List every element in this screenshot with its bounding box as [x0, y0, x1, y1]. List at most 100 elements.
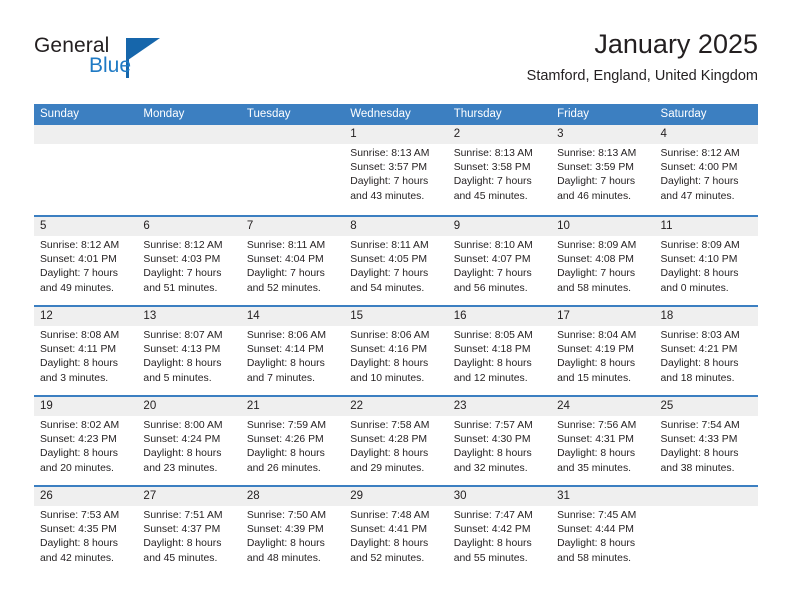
sunset-text: Sunset: 4:37 PM: [143, 524, 221, 536]
daylight-text: and 51 minutes.: [143, 282, 218, 294]
daylight-text: Daylight: 8 hours: [246, 538, 325, 550]
daylight-text: Daylight: 8 hours: [350, 538, 429, 550]
sunrise-text: Sunrise: 8:06 AM: [246, 330, 326, 341]
sunset-text: Sunset: 3:59 PM: [557, 162, 634, 174]
day-cell-empty: [655, 487, 758, 575]
sunset-text: Sunset: 4:13 PM: [143, 344, 221, 356]
day-cell-14[interactable]: 14 Sunrise: 8:06 AM Sunset: 4:14 PM Dayligh…: [241, 307, 344, 395]
general-blue-logo[interactable]: General Blue: [34, 34, 214, 90]
day-detail-lines: Sunrise: 7:59 AM Sunset: 4:26 PM Daylight:…: [247, 419, 344, 476]
daylight-text: Daylight: 8 hours: [660, 268, 739, 280]
sunset-text: Sunset: 3:57 PM: [350, 162, 428, 174]
sunrise-text: Sunrise: 8:10 AM: [453, 240, 533, 251]
calendar-week-row: 1 Sunrise: 8:13 AM Sunset: 3:57 PM Daylight…: [34, 125, 758, 215]
sunrise-text: Sunrise: 8:06 AM: [350, 330, 430, 341]
day-detail-lines: Sunrise: 8:02 AM Sunset: 4:23 PM Daylight:…: [40, 419, 137, 476]
daylight-text: and 26 minutes.: [246, 462, 321, 474]
day-detail-lines: Sunrise: 7:45 AM Sunset: 4:44 PM Daylight:…: [557, 509, 654, 566]
daylight-text: and 52 minutes.: [350, 552, 425, 564]
daylight-text: Daylight: 7 hours: [350, 176, 429, 188]
sunset-text: Sunset: 4:03 PM: [143, 254, 221, 266]
day-detail-lines: Sunrise: 7:58 AM Sunset: 4:28 PM Daylight:…: [350, 419, 447, 476]
week-cells: 12 Sunrise: 8:08 AM Sunset: 4:11 PM Dayligh…: [34, 307, 758, 395]
daylight-text: and 0 minutes.: [660, 282, 729, 294]
sunset-text: Sunset: 4:44 PM: [557, 524, 634, 536]
sunset-text: Sunset: 4:21 PM: [660, 344, 738, 356]
page-subtitle: Stamford, England, United Kingdom: [526, 68, 758, 84]
sunset-text: Sunset: 4:05 PM: [350, 254, 428, 266]
calendar-page: General Blue January 2025 Stamford, Engl…: [0, 0, 792, 612]
day-cell-10[interactable]: 10 Sunrise: 8:09 AM Sunset: 4:08 PM Dayligh…: [551, 217, 654, 305]
day-detail-lines: Sunrise: 7:57 AM Sunset: 4:30 PM Daylight:…: [454, 419, 551, 476]
day-detail-lines: Sunrise: 8:10 AM Sunset: 4:07 PM Daylight:…: [454, 239, 551, 296]
daylight-text: and 45 minutes.: [453, 190, 528, 202]
sunrise-text: Sunrise: 8:11 AM: [350, 240, 429, 251]
day-detail-lines: Sunrise: 8:09 AM Sunset: 4:08 PM Daylight:…: [557, 239, 654, 296]
week-cells: 5 Sunrise: 8:12 AM Sunset: 4:01 PM Daylight…: [34, 217, 758, 305]
day-number: 4: [660, 128, 667, 140]
day-cell-12[interactable]: 12 Sunrise: 8:08 AM Sunset: 4:11 PM Dayligh…: [34, 307, 137, 395]
weekday-header-wednesday: Wednesday: [350, 108, 411, 120]
day-cell-26[interactable]: 26 Sunrise: 7:53 AM Sunset: 4:35 PM Dayligh…: [34, 487, 137, 575]
day-cell-13[interactable]: 13 Sunrise: 8:07 AM Sunset: 4:13 PM Dayligh…: [137, 307, 240, 395]
day-cell-11[interactable]: 11 Sunrise: 8:09 AM Sunset: 4:10 PM Dayligh…: [655, 217, 758, 305]
day-cell-1[interactable]: 1 Sunrise: 8:13 AM Sunset: 3:57 PM Daylight…: [344, 125, 447, 215]
day-cell-17[interactable]: 17 Sunrise: 8:04 AM Sunset: 4:19 PM Dayligh…: [551, 307, 654, 395]
daylight-text: Daylight: 8 hours: [453, 538, 532, 550]
day-number: 28: [246, 490, 260, 502]
day-cell-27[interactable]: 27 Sunrise: 7:51 AM Sunset: 4:37 PM Dayligh…: [137, 487, 240, 575]
day-number: 30: [453, 490, 467, 502]
day-cell-15[interactable]: 15 Sunrise: 8:06 AM Sunset: 4:16 PM Dayligh…: [344, 307, 447, 395]
daylight-text: Daylight: 7 hours: [557, 268, 636, 280]
sunset-text: Sunset: 4:26 PM: [246, 434, 324, 446]
day-number: 16: [453, 310, 467, 322]
day-detail-lines: Sunrise: 8:07 AM Sunset: 4:13 PM Daylight:…: [143, 329, 240, 386]
day-cell-31[interactable]: 31 Sunrise: 7:45 AM Sunset: 4:44 PM Dayligh…: [551, 487, 654, 575]
day-cell-3[interactable]: 3 Sunrise: 8:13 AM Sunset: 3:59 PM Daylight…: [551, 125, 654, 215]
title-block: January 2025 Stamford, England, United K…: [527, 28, 758, 86]
day-cell-30[interactable]: 30 Sunrise: 7:47 AM Sunset: 4:42 PM Dayligh…: [448, 487, 551, 575]
day-cell-8[interactable]: 8 Sunrise: 8:11 AM Sunset: 4:05 PM Daylight…: [344, 217, 447, 305]
sunset-text: Sunset: 4:07 PM: [453, 254, 531, 266]
day-cell-19[interactable]: 19 Sunrise: 8:02 AM Sunset: 4:23 PM Dayligh…: [34, 397, 137, 485]
sunset-text: Sunset: 4:35 PM: [40, 524, 117, 536]
daylight-text: and 18 minutes.: [660, 372, 735, 384]
day-cell-23[interactable]: 23 Sunrise: 7:57 AM Sunset: 4:30 PM Dayligh…: [448, 397, 551, 485]
daylight-text: Daylight: 8 hours: [40, 358, 118, 370]
day-cell-18[interactable]: 18 Sunrise: 8:03 AM Sunset: 4:21 PM Dayligh…: [655, 307, 758, 395]
sunrise-text: Sunrise: 8:09 AM: [660, 240, 740, 251]
day-number: 29: [350, 490, 364, 502]
day-number: 5: [40, 220, 47, 232]
day-cell-28[interactable]: 28 Sunrise: 7:50 AM Sunset: 4:39 PM Dayligh…: [241, 487, 344, 575]
day-cell-4[interactable]: 4 Sunrise: 8:12 AM Sunset: 4:00 PM Daylight…: [655, 125, 758, 215]
day-cell-5[interactable]: 5 Sunrise: 8:12 AM Sunset: 4:01 PM Daylight…: [34, 217, 137, 305]
daylight-text: Daylight: 8 hours: [350, 448, 429, 460]
day-cell-2[interactable]: 2 Sunrise: 8:13 AM Sunset: 3:58 PM Daylight…: [448, 125, 551, 215]
day-number: 6: [143, 220, 150, 232]
day-cell-22[interactable]: 22 Sunrise: 7:58 AM Sunset: 4:28 PM Dayligh…: [344, 397, 447, 485]
day-cell-25[interactable]: 25 Sunrise: 7:54 AM Sunset: 4:33 PM Dayligh…: [655, 397, 758, 485]
sunrise-text: Sunrise: 7:53 AM: [40, 510, 120, 521]
day-number: 2: [453, 128, 461, 140]
sunset-text: Sunset: 4:11 PM: [40, 344, 117, 356]
sunset-text: Sunset: 4:00 PM: [660, 162, 738, 174]
day-cell-20[interactable]: 20 Sunrise: 8:00 AM Sunset: 4:24 PM Dayligh…: [137, 397, 240, 485]
day-number: 7: [246, 220, 254, 232]
day-cell-16[interactable]: 16 Sunrise: 8:05 AM Sunset: 4:18 PM Dayligh…: [448, 307, 551, 395]
day-cell-6[interactable]: 6 Sunrise: 8:12 AM Sunset: 4:03 PM Daylight…: [137, 217, 240, 305]
day-number: 27: [143, 490, 157, 502]
day-detail-lines: Sunrise: 7:51 AM Sunset: 4:37 PM Daylight:…: [143, 509, 240, 566]
day-cell-24[interactable]: 24 Sunrise: 7:56 AM Sunset: 4:31 PM Dayligh…: [551, 397, 654, 485]
day-number: 13: [143, 310, 157, 322]
daylight-text: and 49 minutes.: [40, 282, 114, 294]
day-detail-lines: Sunrise: 7:50 AM Sunset: 4:39 PM Daylight:…: [247, 509, 344, 566]
day-cell-29[interactable]: 29 Sunrise: 7:48 AM Sunset: 4:41 PM Dayligh…: [344, 487, 447, 575]
daylight-text: and 29 minutes.: [350, 462, 425, 474]
daylight-text: and 54 minutes.: [350, 282, 425, 294]
daylight-text: Daylight: 7 hours: [350, 268, 429, 280]
day-number: 26: [40, 490, 53, 502]
day-detail-lines: Sunrise: 8:12 AM Sunset: 4:03 PM Daylight:…: [143, 239, 240, 296]
day-cell-9[interactable]: 9 Sunrise: 8:10 AM Sunset: 4:07 PM Daylight…: [448, 217, 551, 305]
day-cell-7[interactable]: 7 Sunrise: 8:11 AM Sunset: 4:04 PM Daylight…: [241, 217, 344, 305]
day-cell-21[interactable]: 21 Sunrise: 7:59 AM Sunset: 4:26 PM Dayligh…: [241, 397, 344, 485]
